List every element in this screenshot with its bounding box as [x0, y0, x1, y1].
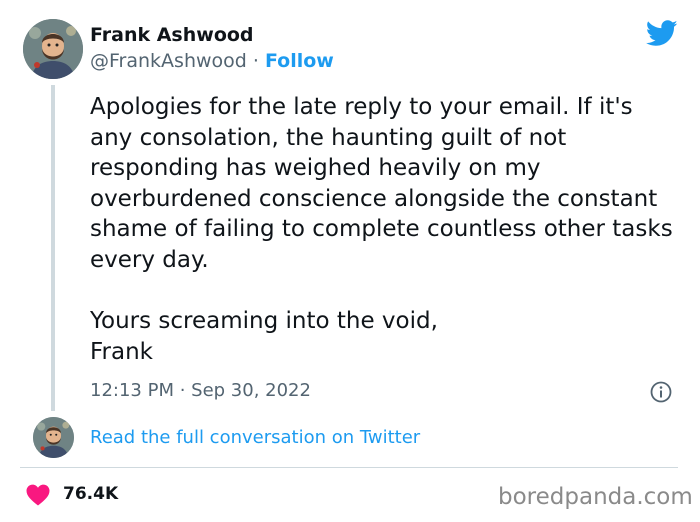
- tweet-body: Apologies for the late reply to your ema…: [90, 92, 680, 367]
- avatar-portrait: [23, 19, 83, 79]
- author-handle-row: @FrankAshwood · Follow: [90, 50, 334, 72]
- tweet-paragraph: Apologies for the late reply to your ema…: [90, 94, 673, 273]
- thread-connector-line: [51, 85, 55, 411]
- divider: [20, 467, 678, 468]
- twitter-bird-icon[interactable]: [646, 20, 678, 47]
- info-icon[interactable]: [650, 381, 672, 403]
- avatar-portrait: [33, 417, 74, 458]
- heart-icon[interactable]: [26, 484, 50, 506]
- author-handle[interactable]: @FrankAshwood: [90, 50, 247, 72]
- like-count[interactable]: 76.4K: [63, 484, 118, 504]
- handle-separator: ·: [246, 50, 265, 72]
- tweet-paragraph: Yours screaming into the void, Frank: [90, 308, 438, 365]
- author-avatar[interactable]: [23, 19, 83, 79]
- tweet-timestamp[interactable]: 12:13 PM · Sep 30, 2022: [90, 380, 311, 401]
- watermark: boredpanda.com: [498, 484, 693, 510]
- author-display-name[interactable]: Frank Ashwood: [90, 24, 254, 46]
- conversation-avatar[interactable]: [33, 417, 74, 458]
- follow-button[interactable]: Follow: [265, 50, 334, 72]
- read-conversation-link[interactable]: Read the full conversation on Twitter: [90, 427, 420, 448]
